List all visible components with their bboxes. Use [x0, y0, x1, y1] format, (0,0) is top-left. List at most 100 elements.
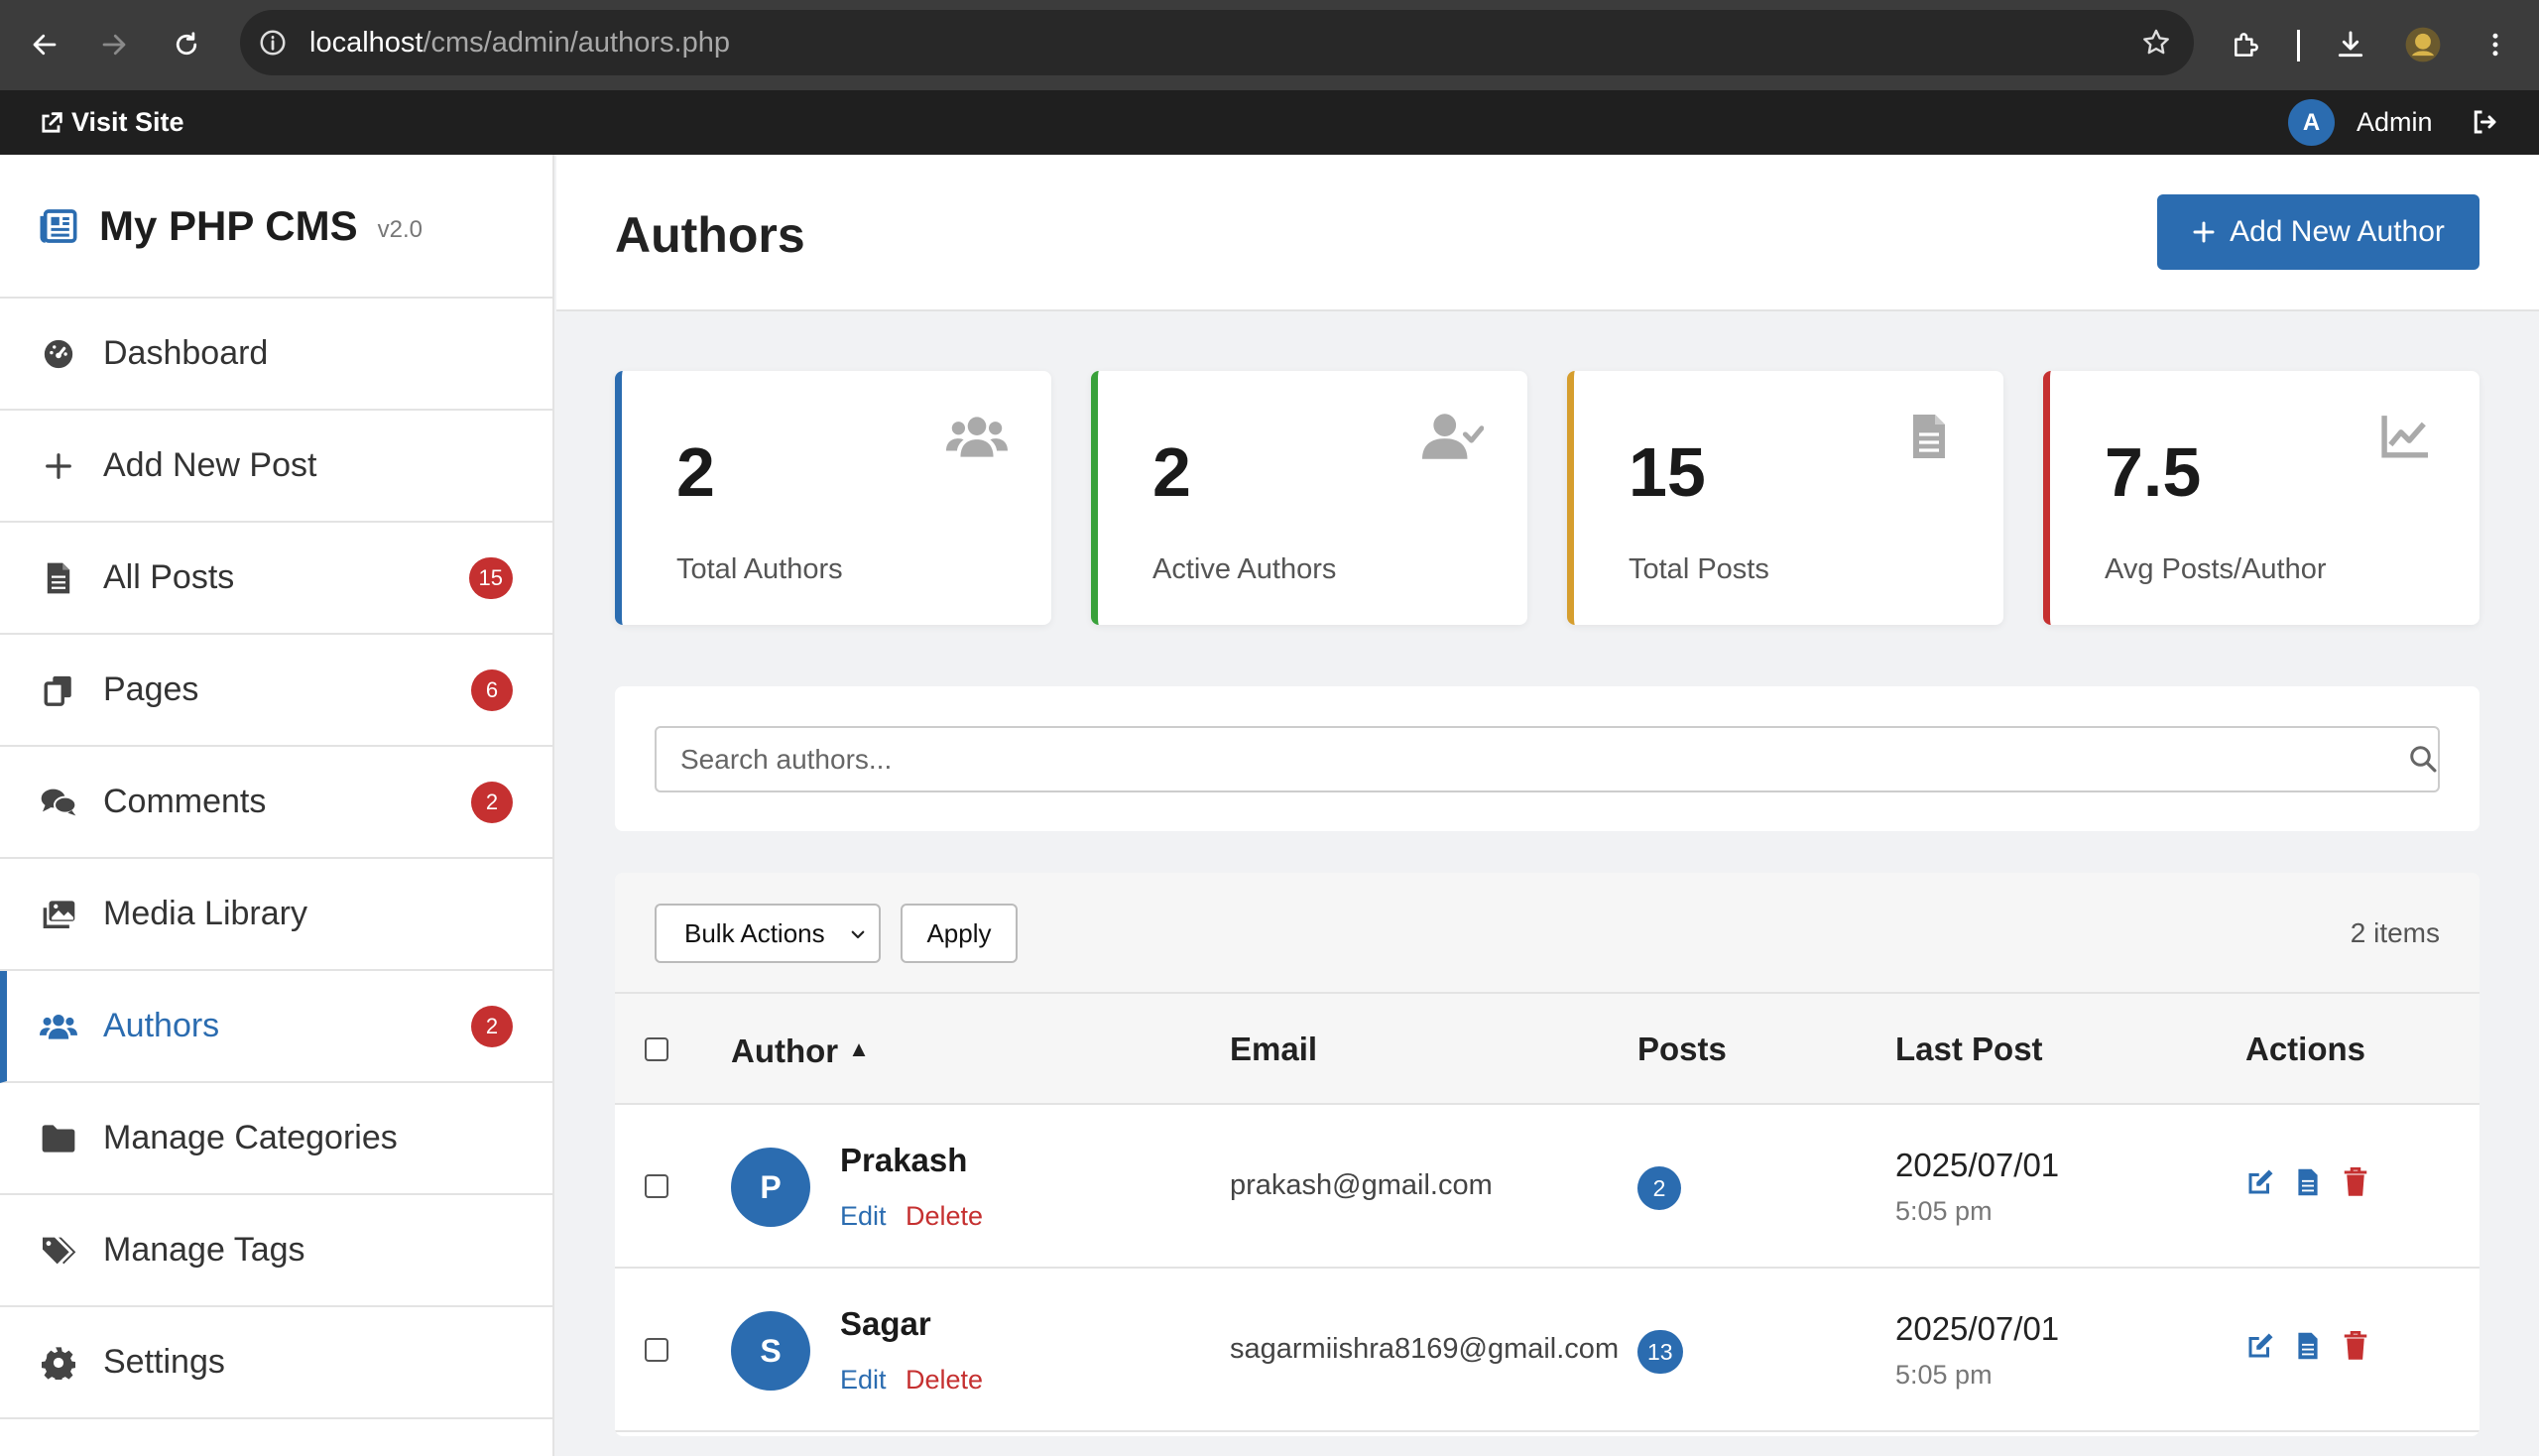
sidebar-item-add-new-post[interactable]: Add New Post: [0, 411, 552, 523]
logout-icon[interactable]: [2470, 107, 2499, 137]
sidebar-item-label: Manage Tags: [103, 1231, 305, 1269]
column-email: Email: [1230, 1031, 1318, 1067]
row-checkbox[interactable]: [645, 1338, 668, 1362]
sidebar-item-label: Pages: [103, 670, 199, 708]
trash-icon[interactable]: [2341, 1164, 2370, 1200]
edit-icon[interactable]: [2245, 1328, 2275, 1364]
address-bar[interactable]: localhost/cms/admin/authors.php: [240, 10, 2194, 75]
bookmark-star-icon[interactable]: [2140, 27, 2172, 59]
last-post-time: 5:05 pm: [1895, 1196, 1993, 1226]
stat-label: Total Authors: [676, 553, 843, 585]
posts-count-badge[interactable]: 13: [1637, 1330, 1683, 1374]
profile-avatar-icon[interactable]: [2403, 25, 2443, 64]
last-post-time: 5:05 pm: [1895, 1360, 1993, 1390]
sidebar-item-comments[interactable]: Comments 2: [0, 747, 552, 859]
author-name[interactable]: Sagar: [840, 1305, 931, 1343]
sidebar-item-label: Add New Post: [103, 446, 317, 484]
back-icon[interactable]: [25, 25, 64, 64]
sidebar-item-label: Dashboard: [103, 334, 269, 372]
add-new-author-label: Add New Author: [2230, 215, 2445, 248]
column-posts: Posts: [1637, 1031, 1727, 1067]
sidebar: My PHP CMS v2.0 Dashboard Add New Post A…: [0, 155, 554, 1456]
sidebar-item-pages[interactable]: Pages 6: [0, 635, 552, 747]
edit-icon[interactable]: [2245, 1164, 2275, 1200]
sidebar-item-media-library[interactable]: Media Library: [0, 859, 552, 971]
sidebar-item-all-posts[interactable]: All Posts 15: [0, 523, 552, 635]
brand-version: v2.0: [377, 215, 423, 243]
delete-link[interactable]: Delete: [906, 1365, 983, 1395]
admin-avatar[interactable]: A: [2288, 99, 2335, 146]
stat-card-total-authors: 2 Total Authors: [615, 371, 1051, 625]
sort-asc-icon: ▲: [848, 1036, 870, 1061]
stat-label: Active Authors: [1152, 553, 1337, 585]
sidebar-item-manage-tags[interactable]: Manage Tags: [0, 1195, 552, 1307]
sidebar-item-label: All Posts: [103, 558, 235, 596]
stat-value: 15: [1629, 433, 1706, 511]
sidebar-item-dashboard[interactable]: Dashboard: [0, 299, 552, 411]
trash-icon[interactable]: [2341, 1328, 2370, 1364]
download-icon[interactable]: [2331, 25, 2370, 64]
posts-count-badge[interactable]: 2: [1637, 1166, 1681, 1210]
sidebar-item-label: Manage Categories: [103, 1119, 398, 1156]
row-checkbox[interactable]: [645, 1174, 668, 1198]
images-icon: [40, 896, 77, 933]
extensions-icon[interactable]: [2227, 25, 2266, 64]
sidebar-item-label: Authors: [103, 1007, 220, 1044]
sidebar-item-settings[interactable]: Settings: [0, 1307, 552, 1419]
sidebar-item-manage-categories[interactable]: Manage Categories: [0, 1083, 552, 1195]
brand[interactable]: My PHP CMS v2.0: [0, 155, 552, 299]
add-new-author-button[interactable]: Add New Author: [2157, 194, 2479, 270]
plus-icon: [40, 447, 77, 485]
apply-button[interactable]: Apply: [901, 904, 1018, 963]
search-icon[interactable]: [2408, 744, 2438, 774]
tags-icon: [40, 1232, 77, 1270]
page-header: Authors Add New Author: [556, 155, 2539, 311]
main-content: Authors Add New Author 2 Total Authors 2…: [556, 155, 2539, 1456]
sidebar-item-authors[interactable]: Authors 2: [0, 971, 552, 1083]
avatar: P: [731, 1148, 810, 1227]
select-all-checkbox[interactable]: [645, 1037, 668, 1061]
browser-toolbar: localhost/cms/admin/authors.php: [0, 0, 2539, 90]
view-posts-icon[interactable]: [2293, 1328, 2323, 1364]
url-text: localhost/cms/admin/authors.php: [309, 27, 730, 59]
avatar: S: [731, 1311, 810, 1391]
view-posts-icon[interactable]: [2293, 1164, 2323, 1200]
column-author[interactable]: Author ▲: [731, 994, 870, 1107]
site-info-icon[interactable]: [258, 28, 288, 58]
row-actions: [2245, 1164, 2370, 1200]
stat-label: Total Posts: [1629, 553, 1769, 585]
plus-icon: [2192, 220, 2216, 244]
stat-value: 2: [676, 433, 715, 511]
last-post-date: 2025/07/01: [1895, 1147, 2060, 1183]
column-actions: Actions: [2245, 1031, 2366, 1067]
search-input[interactable]: [655, 726, 2440, 792]
edit-link[interactable]: Edit: [840, 1365, 887, 1395]
bulk-actions-select[interactable]: Bulk Actions: [655, 904, 881, 963]
reload-icon[interactable]: [167, 25, 206, 64]
author-email: sagarmiishra8169@gmail.com: [1230, 1333, 1620, 1365]
copy-icon: [40, 671, 77, 709]
sidebar-item-label: Settings: [103, 1343, 225, 1381]
comments-icon: [40, 784, 77, 821]
browser-menu-icon[interactable]: [2476, 25, 2515, 64]
column-last-post: Last Post: [1895, 1031, 2043, 1067]
count-badge: 15: [468, 556, 513, 599]
edit-link[interactable]: Edit: [840, 1201, 887, 1232]
admin-user-name[interactable]: Admin: [2357, 90, 2433, 155]
external-link-icon: [38, 109, 65, 137]
stat-card-total-posts: 15 Total Posts: [1567, 371, 2003, 625]
table-toolbar: Bulk Actions Apply 2 items: [615, 873, 2479, 994]
visit-site-link[interactable]: Visit Site: [38, 90, 184, 155]
dashboard-icon: [40, 335, 77, 373]
chevron-down-icon: [849, 925, 867, 943]
folder-icon: [40, 1120, 77, 1157]
user-check-icon: [1422, 409, 1484, 464]
sidebar-item-label: Comments: [103, 783, 267, 820]
author-name[interactable]: Prakash: [840, 1142, 967, 1179]
delete-link[interactable]: Delete: [906, 1201, 983, 1232]
forward-icon[interactable]: [94, 25, 134, 64]
stat-card-active-authors: 2 Active Authors: [1091, 371, 1527, 625]
chart-line-icon: [2374, 409, 2436, 464]
stat-value: 2: [1152, 433, 1191, 511]
bulk-actions-label: Bulk Actions: [684, 917, 825, 948]
